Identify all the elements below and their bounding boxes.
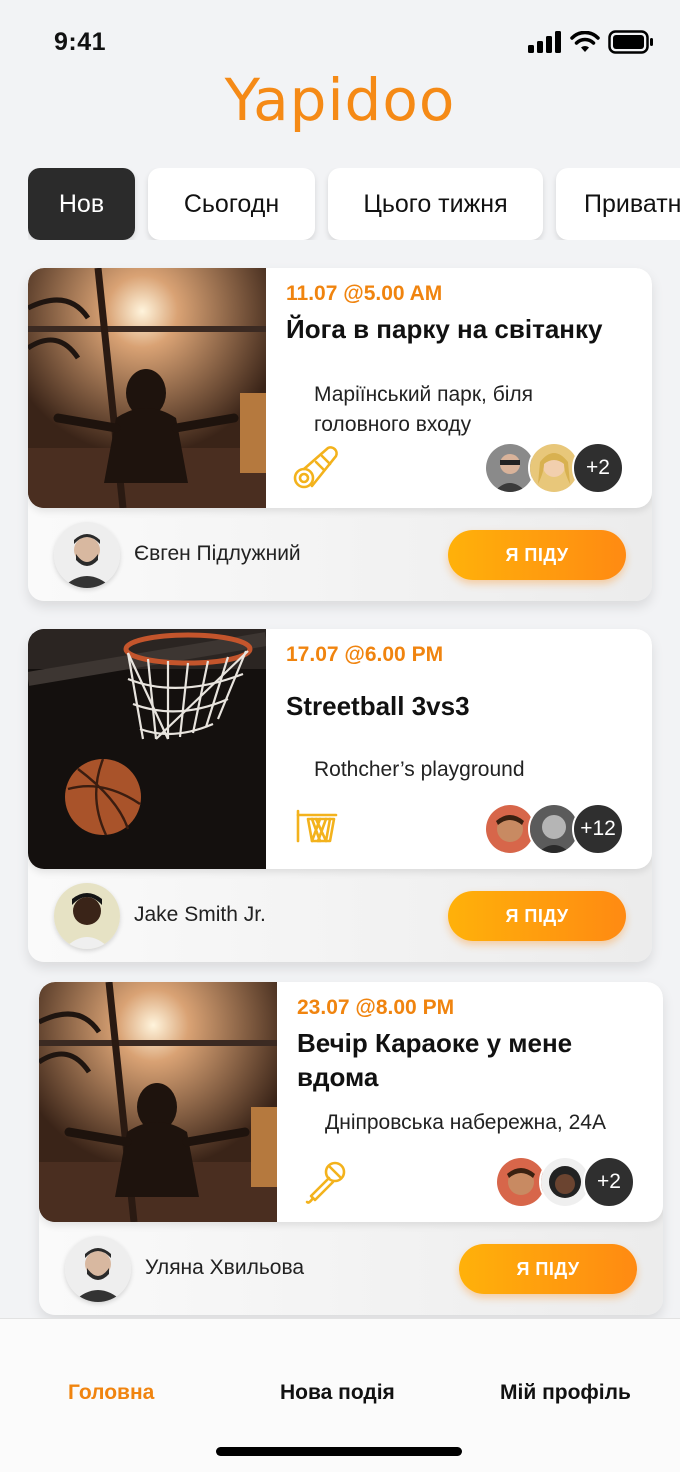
cellular-signal-icon	[528, 31, 561, 53]
home-indicator[interactable]	[216, 1447, 462, 1456]
bottom-navigation: Головна Нова подія Мій профіль	[0, 1318, 680, 1472]
more-participants-badge: +2	[583, 1156, 635, 1208]
event-photo	[28, 629, 266, 869]
host-avatar	[65, 1236, 131, 1302]
host-name: Jake Smith Jr.	[134, 903, 266, 926]
status-time: 9:41	[54, 28, 107, 56]
participants[interactable]: +2	[495, 1156, 635, 1208]
filter-tabs: Нов Сьогодн Цього тижня Приватн	[28, 168, 680, 240]
event-card-top: 23.07 @8.00 PM Вечір Караоке у мене вдом…	[39, 982, 663, 1222]
nav-my-profile[interactable]: Мій профіль	[500, 1381, 631, 1405]
host-avatar	[54, 522, 120, 588]
event-card-top: 11.07 @5.00 AM Йога в парку на світанку …	[28, 268, 652, 508]
more-participants-badge: +2	[572, 442, 624, 494]
wifi-icon	[570, 31, 600, 52]
tab-private[interactable]: Приватн	[556, 168, 680, 240]
basketball-hoop-icon	[292, 805, 340, 853]
host-name: Уляна Хвильова	[145, 1256, 305, 1279]
join-button[interactable]: Я ПІДУ	[448, 530, 626, 580]
event-card[interactable]: 23.07 @8.00 PM Вечір Караоке у мене вдом…	[39, 982, 663, 1315]
event-photo	[28, 268, 266, 508]
participants[interactable]: +12	[484, 803, 624, 855]
yoga-mat-icon	[292, 444, 340, 492]
status-icons	[528, 30, 654, 54]
event-date: 23.07 @8.00 PM	[297, 996, 455, 1019]
nav-new-event[interactable]: Нова подія	[280, 1381, 395, 1405]
battery-icon	[608, 30, 653, 54]
join-button[interactable]: Я ПІДУ	[459, 1244, 637, 1294]
app-logo: Yapidoo	[224, 66, 456, 134]
host-name: Євген Підлужний	[134, 542, 301, 565]
event-date: 17.07 @6.00 PM	[286, 643, 444, 666]
event-title: Streetball 3vs3	[286, 691, 470, 721]
more-participants-badge: +12	[572, 803, 624, 855]
event-card[interactable]: 17.07 @6.00 PM Streetball 3vs3 Rothcher’…	[28, 629, 652, 962]
microphone-icon	[303, 1158, 351, 1206]
host-avatar	[54, 883, 120, 949]
event-title: Вечір Караоке у мене вдома	[297, 1028, 573, 1092]
event-title: Йога в парку на світанку	[286, 314, 603, 344]
event-card-top: 17.07 @6.00 PM Streetball 3vs3 Rothcher’…	[28, 629, 652, 869]
tab-today[interactable]: Сьогодн	[148, 168, 315, 240]
nav-home[interactable]: Головна	[68, 1381, 154, 1405]
tab-new[interactable]: Нов	[28, 168, 135, 240]
event-card[interactable]: 11.07 @5.00 AM Йога в парку на світанку …	[28, 268, 652, 601]
event-location: Дніпровська набережна, 24А	[325, 1111, 606, 1134]
participants[interactable]: +2	[484, 442, 624, 494]
event-date: 11.07 @5.00 AM	[286, 282, 443, 305]
tab-this-week[interactable]: Цього тижня	[328, 168, 543, 240]
event-photo	[39, 982, 277, 1222]
join-button[interactable]: Я ПІДУ	[448, 891, 626, 941]
event-location: Маріїнський парк, біля головного входу	[314, 383, 534, 436]
event-location: Rothcher’s playground	[314, 758, 525, 781]
